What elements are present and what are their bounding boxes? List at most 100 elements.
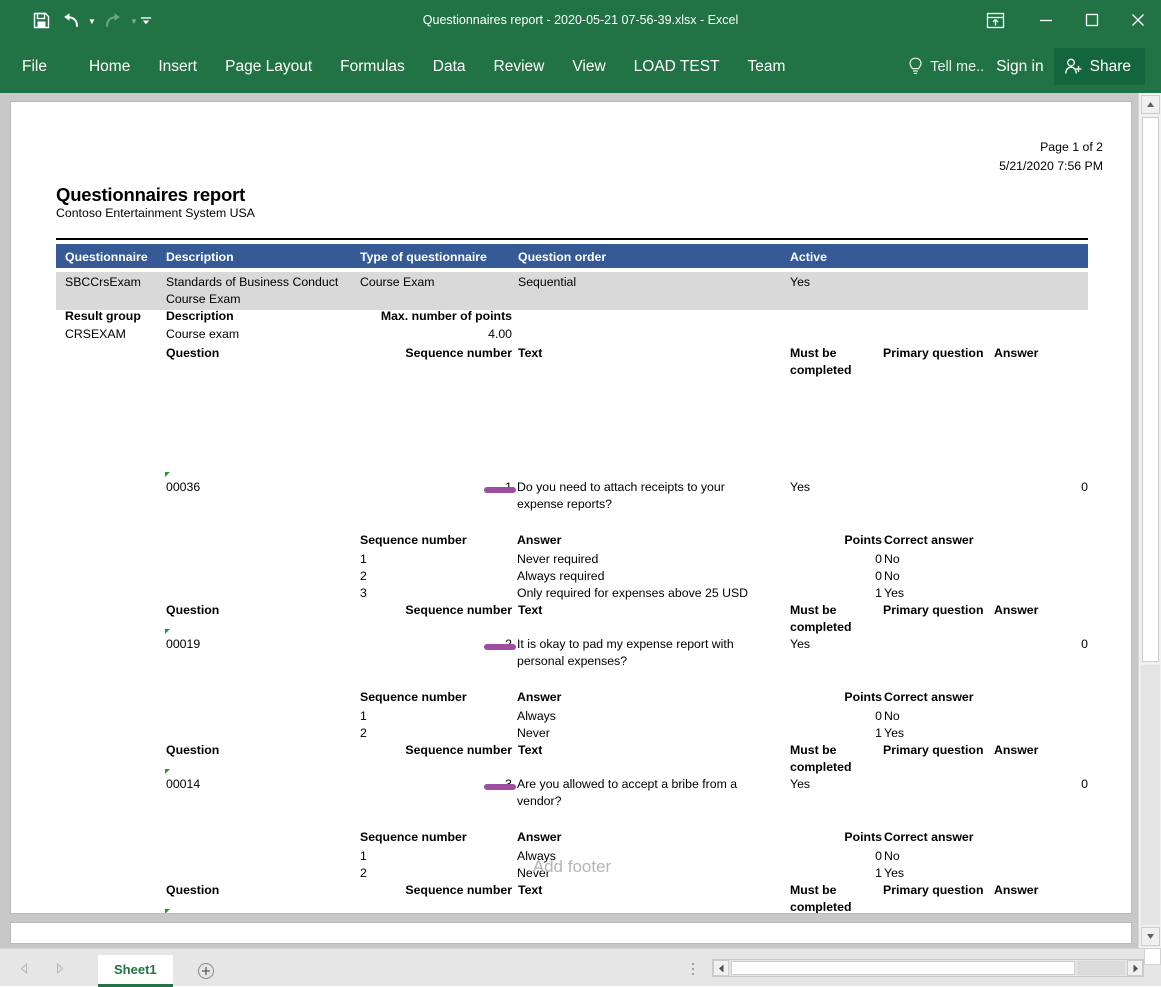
tab-load-test[interactable]: LOAD TEST: [620, 40, 734, 93]
scrollbar-corner: [1144, 948, 1161, 965]
tab-review[interactable]: Review: [480, 40, 559, 93]
sheet-tab-sheet1[interactable]: Sheet1: [98, 955, 173, 987]
questionnaire-description-line2: Course Exam: [166, 291, 241, 308]
answer-header-sequence-3: Sequence number: [360, 829, 467, 846]
tab-team[interactable]: Team: [734, 40, 800, 93]
question-1-must-be-completed: Yes: [790, 479, 810, 496]
next-sheet-icon[interactable]: [50, 957, 70, 979]
vertical-scrollbar[interactable]: [1138, 93, 1161, 948]
tab-split-handle[interactable]: [692, 963, 694, 975]
page-number: Page 1 of 2: [999, 138, 1103, 157]
answer-correct: No: [884, 708, 900, 725]
question-header-must-line2: completed: [790, 759, 852, 776]
scroll-down-icon[interactable]: [1141, 927, 1160, 946]
redo-dropdown-icon[interactable]: ▼: [128, 6, 140, 34]
tab-formulas[interactable]: Formulas: [326, 40, 419, 93]
answer-points: 1: [771, 585, 882, 602]
undo-dropdown-icon[interactable]: ▼: [86, 6, 98, 34]
answer-text: Always: [517, 708, 556, 725]
vertical-scroll-thumb[interactable]: [1142, 117, 1159, 662]
answer-text: Never required: [517, 551, 598, 568]
answer-header-points-1: Points: [771, 532, 882, 549]
question-1-id: 00036: [166, 479, 200, 496]
plus-circle-glyph: [197, 962, 215, 980]
ribbon-bar: File Home Insert Page Layout Formulas Da…: [0, 40, 1161, 93]
questionnaire-active: Yes: [790, 274, 810, 291]
question-3-sequence: 3: [301, 776, 512, 793]
result-group-code: CRSEXAM: [65, 326, 126, 343]
answer-correct: No: [884, 568, 900, 585]
answer-correct: Yes: [884, 725, 904, 742]
add-sheet-icon[interactable]: [196, 961, 216, 981]
question-2-sequence: 2: [301, 636, 512, 653]
question-2-marker: [484, 644, 516, 650]
question-header-answer: Answer: [994, 742, 1038, 759]
answer-text: Only required for expenses above 25 USD: [517, 585, 748, 602]
answer-seq: 1: [360, 708, 367, 725]
tab-page-layout[interactable]: Page Layout: [211, 40, 326, 93]
minimize-icon[interactable]: [1023, 0, 1069, 40]
share-button[interactable]: Share: [1054, 48, 1145, 85]
horizontal-scroll-track[interactable]: [1077, 961, 1125, 975]
add-footer-placeholder[interactable]: Add footer: [11, 857, 1132, 877]
answer-seq: 3: [360, 585, 367, 602]
question-3-must-be-completed: Yes: [790, 776, 810, 793]
answer-seq: 2: [360, 568, 367, 585]
save-icon[interactable]: [26, 6, 56, 34]
cell-error-indicator-icon: [165, 472, 170, 477]
answer-correct: Yes: [884, 585, 904, 602]
customize-quick-access-icon[interactable]: [140, 6, 152, 34]
caret-up-glyph: [1146, 101, 1155, 108]
horizontal-scrollbar[interactable]: [712, 959, 1144, 977]
questionnaire-type: Course Exam: [360, 274, 435, 291]
col-header-type: Type of questionnaire: [360, 249, 487, 266]
tab-data[interactable]: Data: [419, 40, 480, 93]
tell-me-search[interactable]: Tell me..: [900, 40, 988, 93]
report-subtitle: Contoso Entertainment System USA: [56, 206, 255, 220]
ribbon-display-icon[interactable]: [967, 0, 1023, 40]
title-bar: ▼ ▼ Questionnaires report - 2020-05-21 0…: [0, 0, 1161, 40]
scroll-left-icon[interactable]: [713, 960, 729, 976]
result-group-header-max-points: Max. number of points: [301, 308, 512, 325]
question-1-text-line1: Do you need to attach receipts to your: [517, 479, 725, 496]
tab-view[interactable]: View: [558, 40, 619, 93]
question-2-answer: 0: [994, 636, 1088, 653]
tab-file[interactable]: File: [0, 40, 69, 93]
tell-me-label: Tell me..: [930, 59, 984, 75]
close-icon[interactable]: [1115, 0, 1161, 40]
questionnaire-question-order: Sequential: [518, 274, 576, 291]
previous-sheet-icon[interactable]: [14, 957, 34, 979]
customize-glyph: [140, 15, 152, 26]
lightbulb-icon: [908, 57, 923, 76]
questionnaire-description-line1: Standards of Business Conduct: [166, 274, 338, 291]
question-header-primary: Primary question: [883, 345, 983, 362]
redo-icon[interactable]: [98, 6, 128, 34]
answer-header-answer-2: Answer: [517, 689, 561, 706]
caret-left-glyph: [718, 964, 725, 973]
tab-insert[interactable]: Insert: [144, 40, 211, 93]
question-header-label: Question: [166, 345, 219, 362]
tab-home[interactable]: Home: [75, 40, 144, 93]
report-page: Page 1 of 2 5/21/2020 7:56 PM Questionna…: [10, 101, 1132, 914]
answer-seq: 1: [360, 551, 367, 568]
window-controls: [967, 0, 1161, 40]
question-header-text: Text: [518, 345, 542, 362]
question-header-text: Text: [518, 602, 542, 619]
report-content: Page 1 of 2 5/21/2020 7:56 PM Questionna…: [11, 102, 1132, 914]
scroll-up-icon[interactable]: [1141, 95, 1160, 114]
maximize-icon[interactable]: [1069, 0, 1115, 40]
sign-in-button[interactable]: Sign in: [988, 40, 1051, 93]
ribbon-display-glyph: [986, 11, 1005, 30]
question-header-answer: Answer: [994, 602, 1038, 619]
question-1-sequence: 1: [301, 479, 512, 496]
question-header-must-line2: completed: [790, 619, 852, 636]
horizontal-scroll-thumb[interactable]: [731, 961, 1075, 975]
col-header-active: Active: [790, 249, 827, 266]
question-2-text-line2: personal expenses?: [517, 653, 627, 670]
report-title: Questionnaires report: [56, 184, 245, 206]
undo-icon[interactable]: [56, 6, 86, 34]
question-header-text: Text: [518, 742, 542, 759]
scroll-right-icon[interactable]: [1127, 960, 1143, 976]
question-2-text-line1: It is okay to pad my expense report with: [517, 636, 734, 653]
vertical-scroll-track[interactable]: [1141, 665, 1160, 925]
